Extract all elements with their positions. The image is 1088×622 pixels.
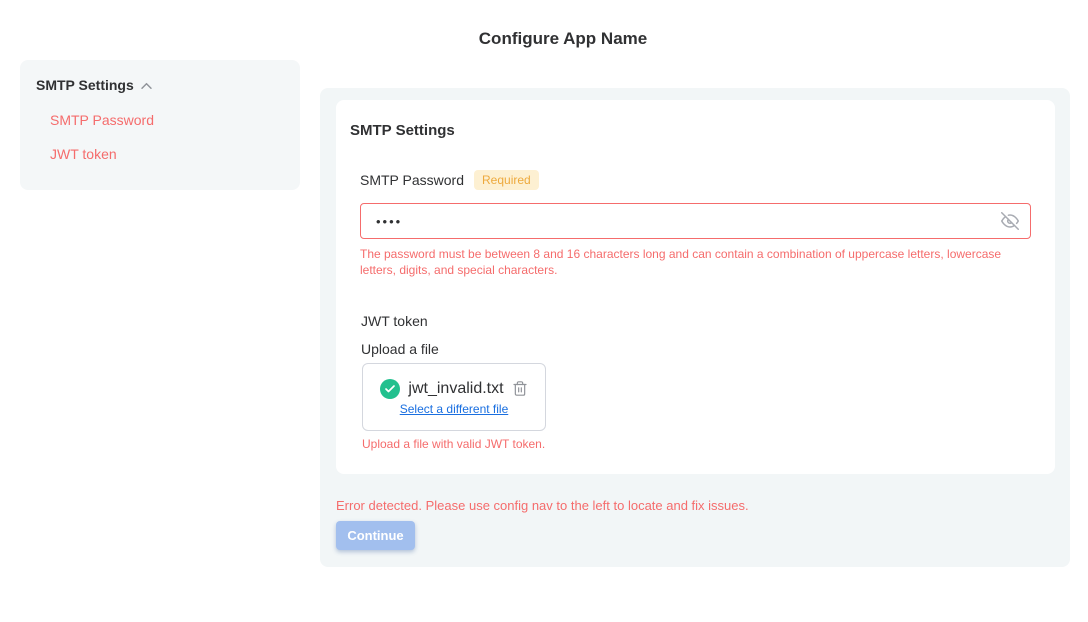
sidebar-section-label: SMTP Settings xyxy=(36,77,134,93)
required-badge: Required xyxy=(474,170,539,190)
config-nav-sidebar: SMTP Settings SMTP Password JWT token xyxy=(20,60,300,190)
smtp-password-label-row: SMTP Password Required xyxy=(360,170,539,190)
uploaded-file-row: jwt_invalid.txt xyxy=(380,379,527,399)
sidebar-item-jwt-token[interactable]: JWT token xyxy=(50,146,117,162)
uploaded-file-name: jwt_invalid.txt xyxy=(408,380,503,398)
upload-file-label: Upload a file xyxy=(361,341,439,357)
eye-off-icon[interactable] xyxy=(1001,212,1019,230)
smtp-settings-card: SMTP Settings SMTP Password Required The… xyxy=(336,100,1055,474)
smtp-password-field-wrap xyxy=(360,203,1031,239)
select-different-file-link[interactable]: Select a different file xyxy=(400,402,509,416)
sidebar-section-smtp-settings[interactable]: SMTP Settings xyxy=(36,77,153,93)
page-title: Configure App Name xyxy=(479,29,647,49)
trash-icon[interactable] xyxy=(512,380,528,397)
jwt-token-label: JWT token xyxy=(361,313,428,329)
jwt-validation-message: Upload a file with valid JWT token. xyxy=(362,437,545,451)
card-title: SMTP Settings xyxy=(350,122,455,139)
continue-button[interactable]: Continue xyxy=(336,521,415,550)
file-upload-box: jwt_invalid.txt Select a different file xyxy=(362,363,546,431)
panel-error-message: Error detected. Please use config nav to… xyxy=(336,498,749,513)
smtp-password-input[interactable] xyxy=(360,203,1031,239)
smtp-password-label: SMTP Password xyxy=(360,172,464,188)
chevron-up-icon xyxy=(140,81,153,90)
check-circle-icon xyxy=(380,379,400,399)
sidebar-item-smtp-password[interactable]: SMTP Password xyxy=(50,112,154,128)
config-panel: SMTP Settings SMTP Password Required The… xyxy=(320,88,1070,567)
password-validation-message: The password must be between 8 and 16 ch… xyxy=(360,246,1018,278)
